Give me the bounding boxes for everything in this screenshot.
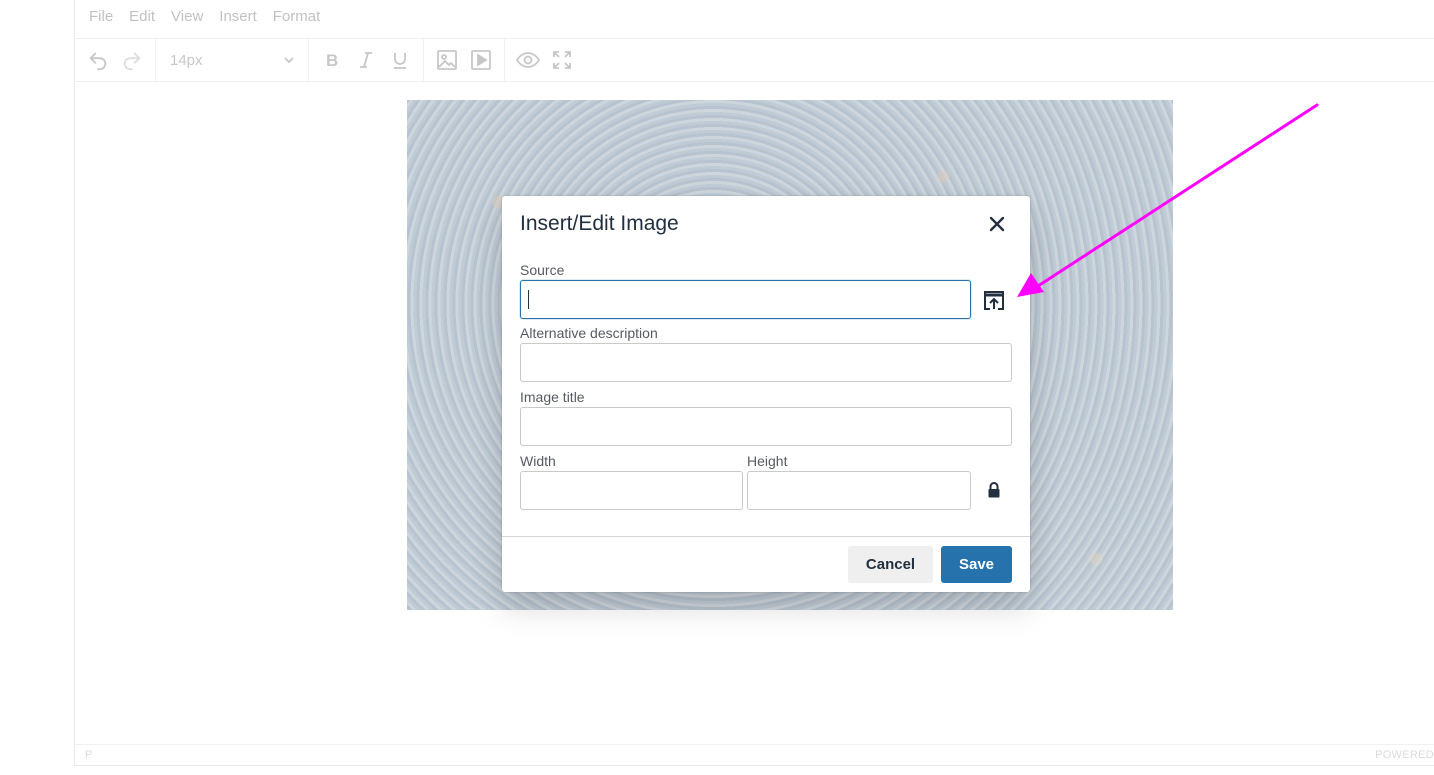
annotation-arrow (1017, 103, 1319, 297)
